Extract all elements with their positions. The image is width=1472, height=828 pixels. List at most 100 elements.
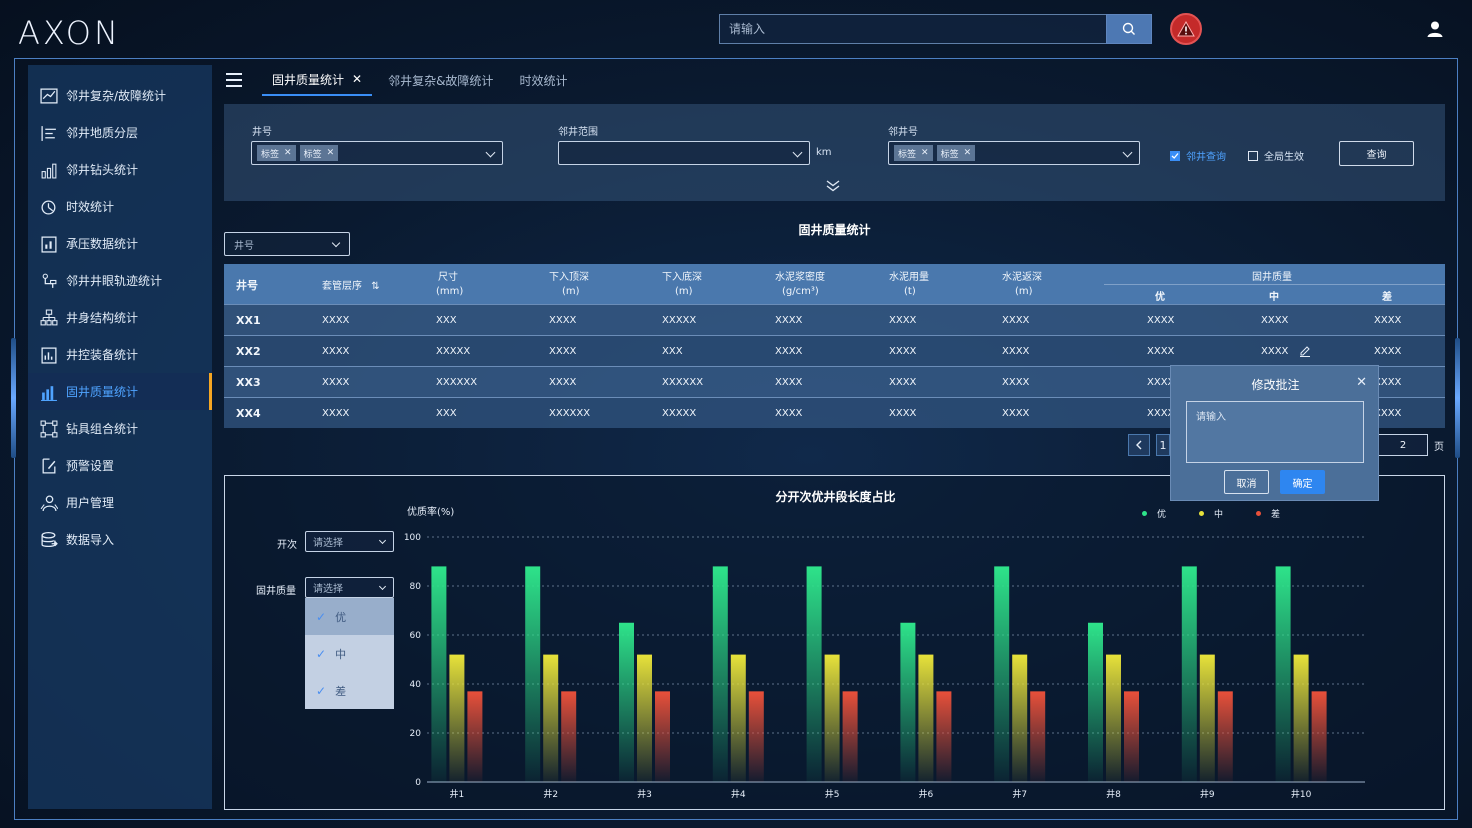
well-select[interactable]: 标签 ✕ 标签 ✕ [251, 141, 503, 165]
page-button-1[interactable]: 1 [1156, 434, 1170, 456]
line-chart-icon [40, 87, 58, 105]
x-tick-label: 井5 [825, 788, 840, 800]
warning-icon [1177, 21, 1195, 37]
tag-label: 标签 [940, 149, 959, 160]
search-button[interactable] [1106, 14, 1152, 44]
modal-title: 修改批注 [1251, 378, 1300, 392]
table-cell: XXX [662, 346, 683, 357]
tag-chip: 标签 ✕ [299, 145, 339, 161]
sidebar-item-2[interactable]: 邻井钻头统计 [28, 151, 212, 188]
range-select[interactable] [558, 141, 810, 165]
user-icon [1427, 21, 1443, 37]
table-cell: XXX [436, 315, 457, 326]
chevron-down-icon [378, 582, 387, 591]
y-tick-label: 0 [415, 778, 421, 788]
y-tick-label: 100 [404, 533, 421, 543]
quality-dropdown: ✓ 优 ✓ 中 ✓ 差 [305, 598, 394, 709]
tab-time-efficiency[interactable]: 时效统计 [509, 64, 577, 96]
x-tick-label: 井9 [1200, 788, 1215, 800]
checkbox-checked-icon [1170, 150, 1180, 161]
tag-remove-icon[interactable]: ✕ [964, 148, 972, 158]
sidebar-item-6[interactable]: 井身结构统计 [28, 299, 212, 336]
bar-mid [824, 654, 840, 782]
quality-select[interactable]: 请选择 [305, 577, 394, 598]
col-density-unit: (g/cm³) [782, 286, 819, 297]
menu-icon[interactable] [226, 73, 242, 87]
dropdown-option-good[interactable]: ✓ 优 [305, 598, 394, 635]
chevron-down-icon [378, 536, 387, 545]
col-size-unit: (mm) [436, 286, 464, 297]
range-label: 邻井范围 [558, 127, 598, 138]
bar-bad [842, 691, 858, 782]
option-label: 差 [335, 684, 347, 698]
sidebar-item-label: 邻井井眼轨迹统计 [66, 274, 163, 288]
well-label: 井号 [252, 127, 272, 138]
sidebar-item-12[interactable]: 数据导入 [28, 521, 212, 558]
sidebar-item-0[interactable]: 邻井复杂/故障统计 [28, 77, 212, 114]
tag-remove-icon[interactable]: ✕ [327, 148, 335, 158]
table-cell: XXXX [322, 377, 350, 388]
bar-chart-icon [40, 161, 58, 179]
sidebar-item-3[interactable]: 时效统计 [28, 188, 212, 225]
table-cell: XXXX [322, 346, 350, 357]
table-cell: XXXX [1002, 408, 1030, 419]
tag-label: 标签 [303, 149, 322, 160]
sidebar-item-9[interactable]: 钻具组合统计 [28, 410, 212, 447]
bar-bad [748, 691, 764, 782]
table-cell: XXXX [775, 315, 803, 326]
col-top: 下入顶深 [549, 272, 589, 283]
open-label: 开次 [277, 540, 297, 551]
dropdown-option-bad[interactable]: ✓ 差 [305, 672, 394, 709]
edit-icon[interactable] [1299, 344, 1311, 360]
global-effect-checkbox[interactable]: 全局生效 [1248, 148, 1304, 163]
sidebar-item-1[interactable]: 邻井地质分层 [28, 114, 212, 151]
chevron-down-icon [792, 147, 803, 158]
table-cell: XXXX [1374, 346, 1402, 357]
sidebar-item-10[interactable]: 预警设置 [28, 447, 212, 484]
alert-button[interactable] [1170, 13, 1202, 45]
tab-cementing-quality[interactable]: 固井质量统计 ✕ [262, 64, 373, 96]
user-button[interactable] [1425, 19, 1445, 39]
adjacent-well-select[interactable]: 标签 ✕ 标签 ✕ [888, 141, 1140, 165]
dropdown-option-mid[interactable]: ✓ 中 [305, 635, 394, 672]
sidebar-item-11[interactable]: 用户管理 [28, 484, 212, 521]
expand-chevron-icon[interactable] [826, 177, 840, 196]
main-content: 固井质量统计 ✕ 邻井复杂&故障统计 时效统计 井号 标签 ✕ 标签 ✕ 邻井范围 … [224, 64, 1445, 810]
filter-panel: 井号 标签 ✕ 标签 ✕ 邻井范围 km 邻井号 标签 ✕ 标签 ✕ 邻井查询 全局生效… [224, 104, 1445, 201]
sidebar-item-7[interactable]: 井控装备统计 [28, 336, 212, 373]
close-icon[interactable]: ✕ [352, 72, 362, 86]
table-cell: XXXX [775, 346, 803, 357]
prev-page-button[interactable] [1128, 434, 1150, 456]
tag-remove-icon[interactable]: ✕ [284, 148, 292, 158]
tab-adjacent-complex[interactable]: 邻井复杂&故障统计 [378, 64, 503, 96]
bar-bad [936, 691, 952, 782]
table-row[interactable]: XX2 XXXX XXXXX XXXX XXX XXXX XXXX XXXX XXXX XXXX X… [224, 335, 1445, 366]
sidebar-item-8[interactable]: 固井质量统计 [28, 373, 212, 410]
col-quality: 固井质量 [1252, 272, 1292, 283]
close-icon[interactable]: ✕ [1356, 375, 1367, 390]
chart-panel: 分开次优井段长度占比 优 中 差 开次 请选择 固井质量 请选择 优质率(%) 0… [224, 475, 1445, 810]
sidebar-item-5[interactable]: 邻井井眼轨迹统计 [28, 262, 212, 299]
bar-good [1088, 622, 1103, 782]
search-input[interactable] [719, 14, 1106, 44]
tag-label: 标签 [898, 149, 917, 160]
tag-remove-icon[interactable]: ✕ [921, 148, 929, 158]
confirm-button[interactable]: 确定 [1280, 470, 1325, 494]
cancel-button[interactable]: 取消 [1224, 470, 1269, 494]
table-row[interactable]: XX1 XXXX XXX XXXX XXXXX XXXX XXXX XXXX XXXX XXXX X… [224, 304, 1445, 335]
bar-bad [655, 691, 670, 782]
page-goto-input[interactable]: 2 [1378, 434, 1428, 456]
query-button[interactable]: 查询 [1339, 141, 1414, 166]
sidebar-item-label: 预警设置 [66, 459, 115, 473]
table-cell: XXXX [889, 408, 917, 419]
tag-chip: 标签 ✕ [257, 145, 296, 161]
sidebar-item-4[interactable]: 承压数据统计 [28, 225, 212, 262]
open-select[interactable]: 请选择 [305, 531, 394, 552]
table-cell: XXXX [549, 315, 577, 326]
sort-icon[interactable]: ⇅ [371, 281, 379, 292]
note-textarea[interactable] [1186, 401, 1364, 463]
sidebar-item-label: 邻井地质分层 [66, 126, 139, 140]
adjacent-query-checkbox[interactable]: 邻井查询 [1170, 148, 1226, 163]
col-seq[interactable]: 套管层序 ⇅ [322, 277, 380, 292]
table-well-filter[interactable]: 井号 [224, 232, 350, 256]
